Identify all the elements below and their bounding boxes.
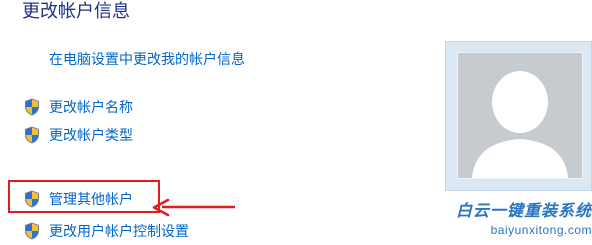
change-account-type-link[interactable]: 更改帐户类型 [49,126,133,146]
page-title: 更改帐户信息 [22,1,130,22]
uac-settings-link[interactable]: 更改用户帐户控制设置 [49,222,189,242]
avatar [457,52,583,179]
pc-settings-link[interactable]: 在电脑设置中更改我的帐户信息 [49,50,245,70]
change-account-name-link[interactable]: 更改帐户名称 [49,98,133,118]
watermark-url: baiyunxitong.com [490,223,592,237]
shield-icon [24,98,40,116]
shield-icon [24,222,40,240]
manage-other-accounts-link[interactable]: 管理其他帐户 [49,190,133,210]
red-arrow-icon [152,198,235,217]
watermark-title: 白云一键重装系统 [455,201,592,220]
user-silhouette-icon [472,71,568,178]
shield-icon [24,126,40,144]
shield-icon [24,190,40,208]
watermark: 白云一键重装系统 baiyunxitong.com [440,200,592,245]
avatar-frame [445,41,592,191]
